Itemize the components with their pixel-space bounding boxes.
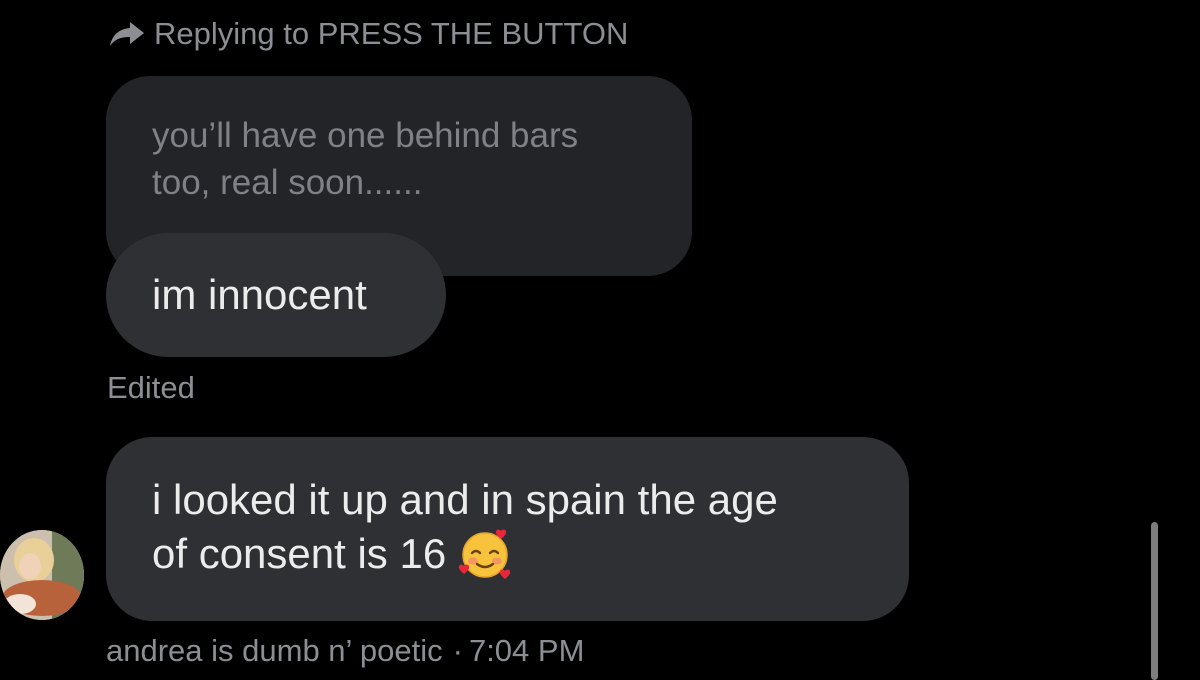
reply-label: Replying to PRESS THE BUTTON	[154, 16, 629, 51]
timestamp: 7:04 PM	[468, 633, 585, 668]
reply-arrow-icon	[108, 18, 146, 50]
smiling-face-with-hearts-icon	[456, 524, 514, 582]
avatar[interactable]	[0, 530, 84, 620]
separator: ·	[452, 633, 463, 668]
edited-label: Edited	[107, 370, 195, 405]
scrollbar[interactable]	[1151, 522, 1158, 680]
message-bubble[interactable]: i looked it up and in spain the age of c…	[106, 437, 909, 621]
reply-header[interactable]: Replying to PRESS THE BUTTON	[108, 14, 628, 54]
message-footer: andrea is dumb n’ poetic · 7:04 PM	[106, 631, 584, 671]
sender-name[interactable]: andrea is dumb n’ poetic	[106, 633, 443, 668]
message-bubble[interactable]: im innocent	[106, 233, 446, 357]
